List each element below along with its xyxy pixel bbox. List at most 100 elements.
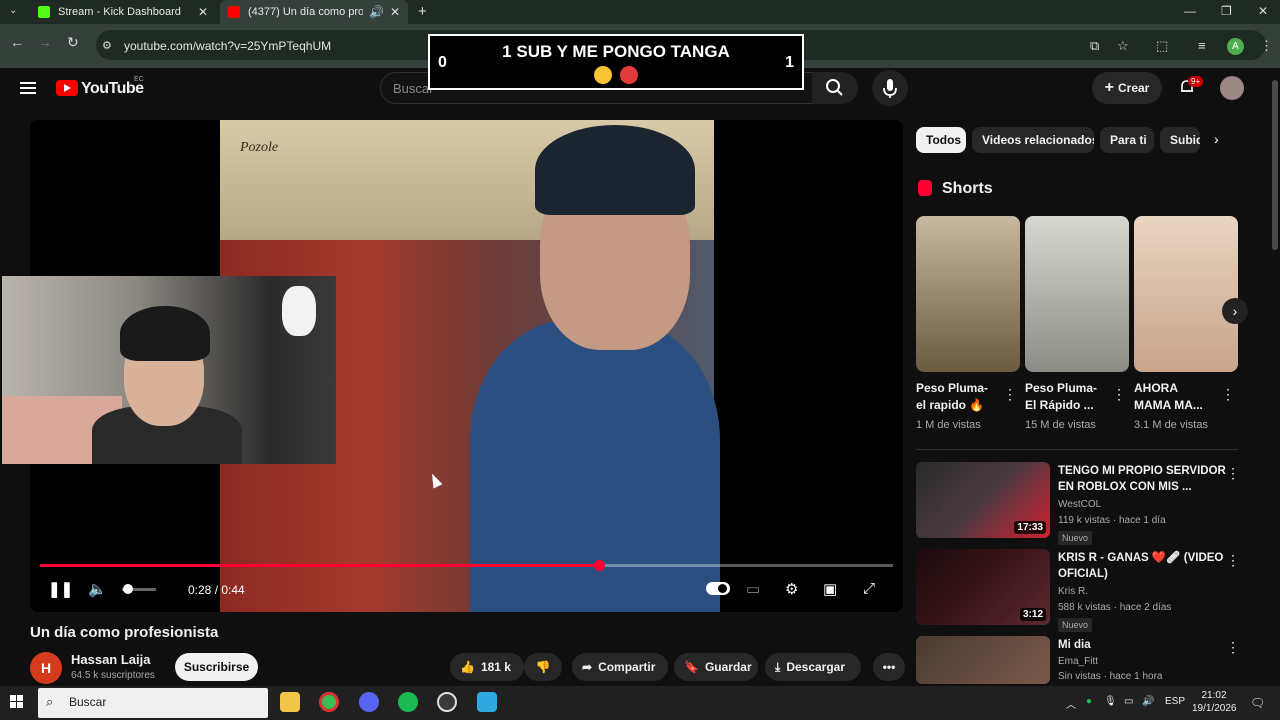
voice-search-button[interactable] <box>872 70 908 106</box>
menu-icon[interactable] <box>20 82 36 94</box>
short-title[interactable]: Peso Pluma- el rapido 🔥 <box>916 380 998 414</box>
volume-tray-icon[interactable]: 🔊 <box>1142 696 1154 707</box>
obs-icon[interactable] <box>437 692 457 712</box>
short-title[interactable]: AHORA MAMA MA... <box>1134 380 1216 414</box>
profile-avatar[interactable]: A <box>1227 38 1244 55</box>
video-meta: 588 k vistas · hace 2 días <box>1058 602 1172 613</box>
spotify-icon[interactable] <box>398 692 418 712</box>
tray-app-icon[interactable]: ● <box>1086 696 1092 707</box>
video-channel[interactable]: WestCOL <box>1058 499 1101 510</box>
video-menu-icon[interactable]: ⋮ <box>1226 639 1240 656</box>
volume-knob[interactable] <box>123 584 134 594</box>
theater-mode-icon[interactable]: ▣ <box>823 580 837 598</box>
tray-expand-icon[interactable]: ︿ <box>1066 696 1076 711</box>
video-channel[interactable]: Kris R. <box>1058 586 1088 597</box>
chip-todos[interactable]: Todos <box>916 127 966 153</box>
app-f-icon[interactable] <box>477 692 497 712</box>
file-explorer-icon[interactable] <box>280 692 300 712</box>
tab-list-chevron-icon[interactable]: ⌄ <box>9 5 17 16</box>
forward-button[interactable]: → <box>38 34 52 50</box>
streamer-webcam <box>2 276 336 464</box>
video-title-link[interactable]: KRIS R - GANAS ❤️🩹 (VIDEO OFICIAL) <box>1058 550 1228 582</box>
search-button[interactable] <box>812 72 858 104</box>
share-button[interactable]: ➦ Compartir <box>572 653 668 681</box>
browser-menu-icon[interactable]: ⋮ <box>1260 38 1273 54</box>
shorts-next-button[interactable]: › <box>1222 298 1248 324</box>
tray-mic-icon[interactable]: 🎙 <box>1104 696 1117 707</box>
download-button[interactable]: ⤓ Descargar <box>765 653 861 681</box>
bookmark-star-icon[interactable]: ☆ <box>1117 38 1129 54</box>
short-title[interactable]: Peso Pluma- El Rápido ... <box>1025 380 1107 414</box>
discord-icon[interactable] <box>359 692 379 712</box>
stream-overlay-banner: 1 SUB Y ME PONGO TANGA 0 1 <box>428 34 804 90</box>
windows-start-icon[interactable] <box>10 695 24 709</box>
video-menu-icon[interactable]: ⋮ <box>1226 552 1240 569</box>
video-channel[interactable]: Ema_Fitt <box>1058 656 1098 667</box>
dislike-button[interactable]: 👎 <box>524 653 562 681</box>
channel-name[interactable]: Hassan Laija <box>71 652 151 667</box>
install-app-icon[interactable]: ⧉ <box>1090 38 1099 54</box>
restore-button[interactable]: ❐ <box>1221 4 1232 18</box>
back-button[interactable]: ← <box>10 34 24 50</box>
minimize-button[interactable]: — <box>1184 4 1196 18</box>
pause-button[interactable]: ❚❚ <box>48 580 73 598</box>
progress-scrubber[interactable] <box>593 560 605 571</box>
subtitles-icon[interactable]: ▭ <box>746 580 760 598</box>
close-tab-icon[interactable]: ✕ <box>390 5 400 19</box>
chip-videos-relacionados[interactable]: Videos relacionados <box>972 127 1094 153</box>
short-thumbnail[interactable] <box>1134 216 1238 372</box>
create-button[interactable]: + Crear <box>1092 72 1162 104</box>
settings-gear-icon[interactable]: ⚙ <box>785 580 798 598</box>
short-menu-icon[interactable]: ⋮ <box>1003 386 1017 403</box>
short-thumbnail[interactable] <box>1025 216 1129 372</box>
like-count: 181 k <box>480 660 511 674</box>
thumbs-down-icon: 👎 <box>535 660 551 674</box>
video-meta: 119 k vistas · hace 1 día <box>1058 515 1166 526</box>
extensions-icon[interactable]: ⬚ <box>1156 38 1168 54</box>
volume-icon[interactable]: 🔈 <box>88 580 107 598</box>
video-thumbnail[interactable] <box>916 636 1050 684</box>
video-thumbnail[interactable]: 3:12 <box>916 549 1050 625</box>
network-icon[interactable]: ▭ <box>1124 696 1133 707</box>
scrollbar-thumb[interactable] <box>1272 80 1278 250</box>
clock-date: 19/1/2026 <box>1192 703 1237 714</box>
short-menu-icon[interactable]: ⋮ <box>1112 386 1126 403</box>
tab-kick-dashboard[interactable]: Stream - Kick Dashboard ✕ <box>30 0 216 24</box>
angry-emoji-icon <box>620 66 638 84</box>
chrome-icon[interactable] <box>319 692 339 712</box>
save-button[interactable]: 🔖 Guardar <box>674 653 758 681</box>
chips-next-chevron-icon[interactable]: › <box>1214 131 1219 147</box>
short-menu-icon[interactable]: ⋮ <box>1221 386 1235 403</box>
account-avatar[interactable] <box>1220 76 1244 100</box>
taskbar-search-icon: ⌕ <box>46 694 54 709</box>
tab-youtube[interactable]: (4377) Un día como profesi 🔊 ✕ <box>220 0 408 24</box>
progress-fill <box>40 564 599 567</box>
system-clock[interactable]: 21:02 19/1/2026 <box>1192 689 1237 715</box>
site-info-icon[interactable]: ⚙ <box>102 39 112 52</box>
language-indicator[interactable]: ESP <box>1165 696 1185 707</box>
media-control-icon[interactable]: ≡ <box>1198 38 1206 53</box>
video-thumbnail[interactable]: 17:33 <box>916 462 1050 538</box>
close-tab-icon[interactable]: ✕ <box>198 5 208 19</box>
new-badge: Nuevo <box>1058 618 1093 632</box>
thumbs-up-icon: 👍 <box>460 660 475 674</box>
reload-button[interactable]: ↻ <box>67 34 79 51</box>
channel-avatar[interactable]: H <box>30 652 62 684</box>
more-actions-button[interactable]: ••• <box>873 653 905 681</box>
video-menu-icon[interactable]: ⋮ <box>1226 465 1240 482</box>
autoplay-toggle[interactable] <box>706 582 730 595</box>
speaker-icon[interactable]: 🔊 <box>369 5 384 19</box>
video-title-link[interactable]: TENGO MI PROPIO SERVIDOR EN ROBLOX CON M… <box>1058 463 1228 495</box>
like-button[interactable]: 👍 181 k <box>450 653 524 681</box>
fullscreen-icon[interactable]: ⤢ <box>863 580 875 597</box>
notification-center-icon[interactable]: 🗨 <box>1250 696 1265 710</box>
video-title-link[interactable]: Mi dia <box>1058 637 1228 653</box>
subscribe-button[interactable]: Suscribirse <box>175 653 258 681</box>
webcam-person-hair <box>120 306 210 361</box>
short-thumbnail[interactable] <box>916 216 1020 372</box>
close-window-button[interactable]: ✕ <box>1258 4 1268 18</box>
chip-para-ti[interactable]: Para ti <box>1100 127 1154 153</box>
new-tab-button[interactable]: + <box>418 3 427 20</box>
time-display: 0:28 / 0:44 <box>188 583 245 597</box>
chip-subidos[interactable]: Subid <box>1160 127 1200 153</box>
